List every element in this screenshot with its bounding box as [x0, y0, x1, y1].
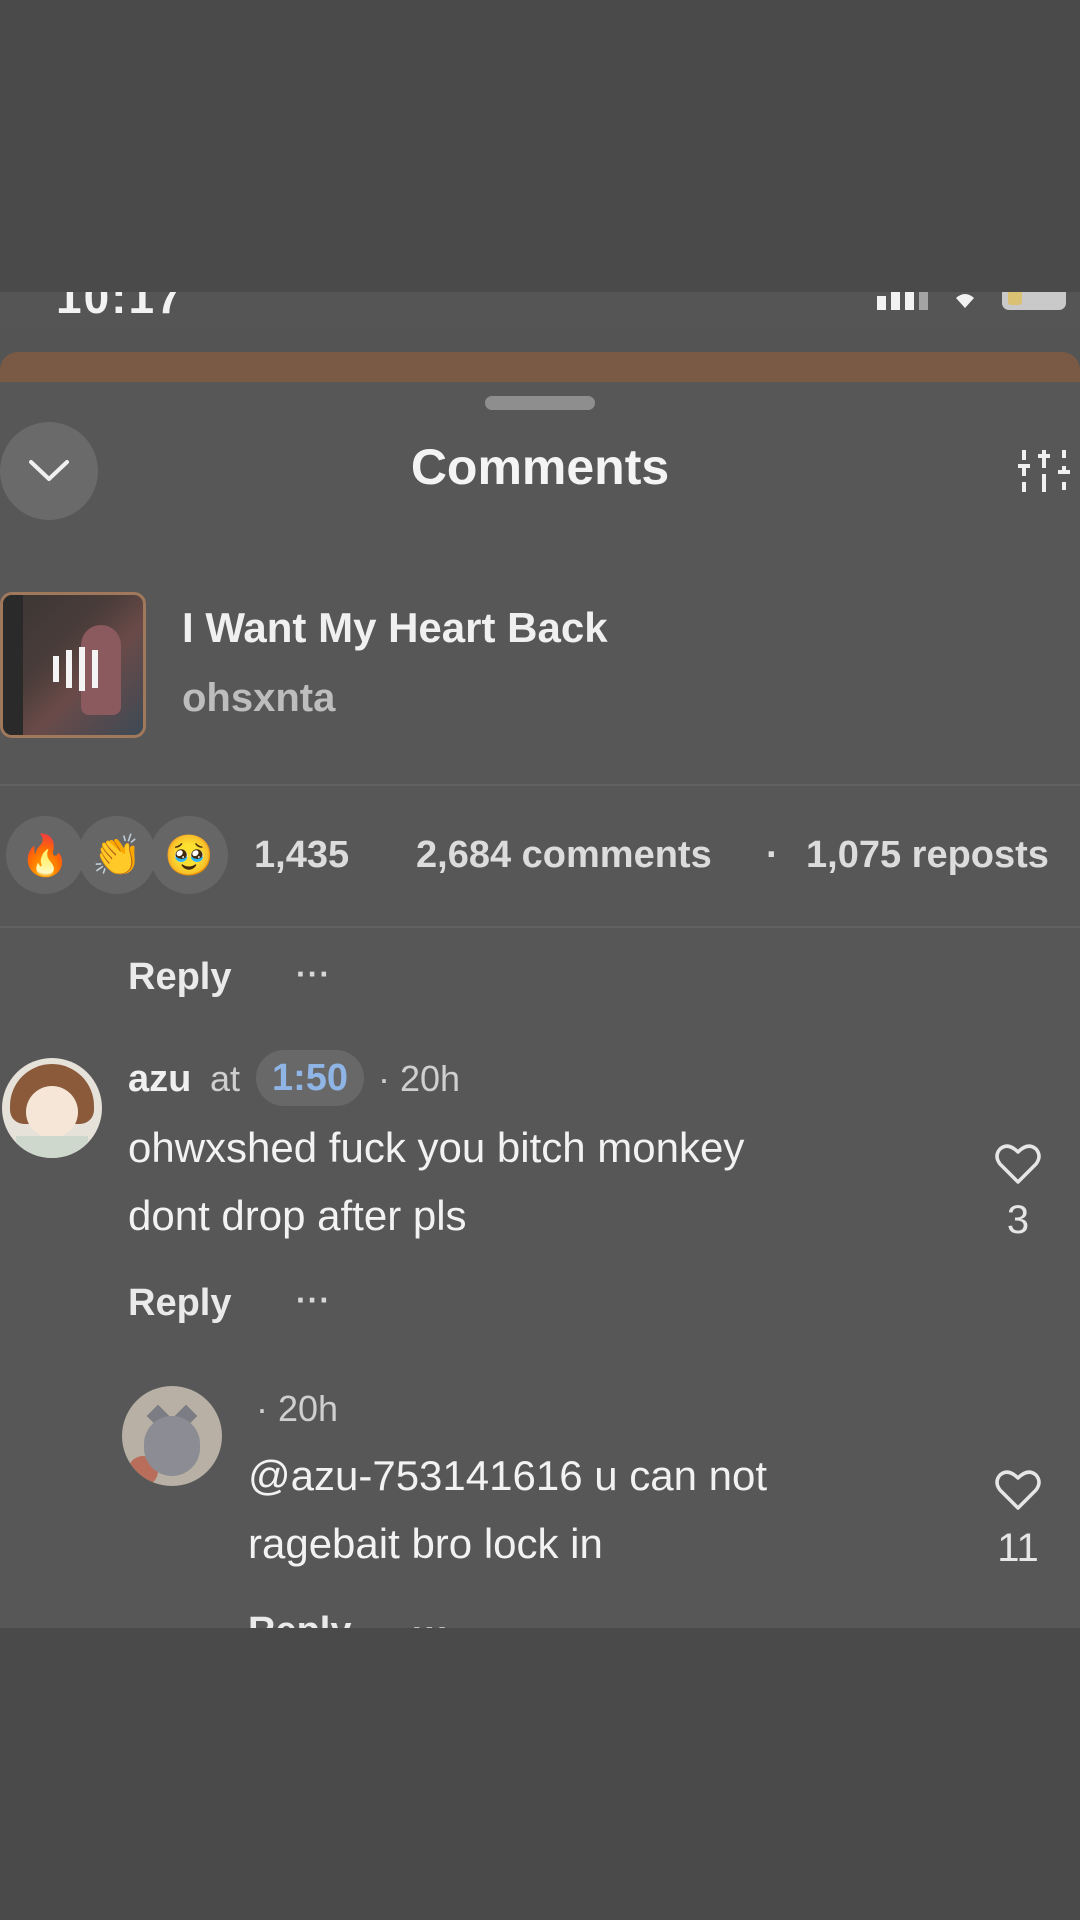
track-artwork[interactable]: [0, 592, 146, 738]
comments-count: 2,684 comments: [416, 834, 712, 876]
comments-sheet: Comments I Want My Heart Back ohsxnta 🔥 …: [0, 382, 1080, 1628]
avatar[interactable]: [122, 1386, 222, 1486]
comment-at-label: at: [210, 1058, 241, 1099]
status-time: 10:17: [56, 292, 184, 323]
track-title[interactable]: I Want My Heart Back: [182, 604, 608, 652]
reaction-count[interactable]: 1,435: [254, 834, 349, 877]
drag-handle[interactable]: [485, 396, 595, 410]
battery-icon: [1002, 292, 1066, 310]
sliders-icon[interactable]: [1016, 444, 1072, 500]
more-options-button[interactable]: ···: [296, 956, 331, 993]
reply-button[interactable]: Reply···: [248, 1610, 449, 1628]
reaction-fire[interactable]: 🔥: [6, 816, 84, 894]
like-count: 3: [1006, 1198, 1030, 1242]
reposts-count[interactable]: 1,075 reposts: [806, 834, 1049, 877]
comment-age: · 20h: [256, 1388, 339, 1429]
divider: [0, 784, 1080, 786]
page-title: Comments: [410, 439, 670, 495]
background-video-strip: [0, 352, 1080, 382]
avatar[interactable]: [2, 1058, 102, 1158]
status-icons: [877, 292, 1066, 310]
reaction-clap[interactable]: 👏: [78, 816, 156, 894]
like-count: 11: [997, 1526, 1039, 1570]
reaction-pleading[interactable]: 🥹: [150, 816, 228, 894]
comment-text-line-1: ohwxshed fuck you bitch monkey: [128, 1124, 745, 1171]
signal-icon: [877, 292, 928, 310]
comment-age: · 20h: [378, 1058, 461, 1099]
reply-button[interactable]: Reply: [128, 1282, 231, 1325]
comment-username[interactable]: azu: [128, 1058, 191, 1101]
artwork-detail: [3, 595, 23, 735]
divider: [0, 926, 1080, 928]
comment-text-line-2: dont drop after pls: [128, 1192, 467, 1239]
more-options-button[interactable]: ···: [296, 1282, 331, 1319]
track-artist[interactable]: ohsxnta: [182, 676, 335, 721]
comment-text-line-2: ragebait bro lock in: [248, 1520, 603, 1567]
status-bar: 10:17: [0, 292, 1080, 328]
reply-button[interactable]: Reply: [128, 956, 231, 999]
app-screen: 10:17 Comments I Want My Heart Back ohsx…: [0, 292, 1080, 1628]
equalizer-icon: [53, 647, 98, 691]
heart-icon[interactable]: [994, 1468, 1042, 1512]
comment-text-line-1: @azu-753141616 u can not: [248, 1452, 768, 1499]
wifi-icon: [956, 294, 974, 308]
comment-timestamp-link[interactable]: 1:50: [256, 1050, 365, 1106]
heart-icon[interactable]: [994, 1142, 1042, 1186]
stats-separator: ·: [766, 834, 779, 876]
